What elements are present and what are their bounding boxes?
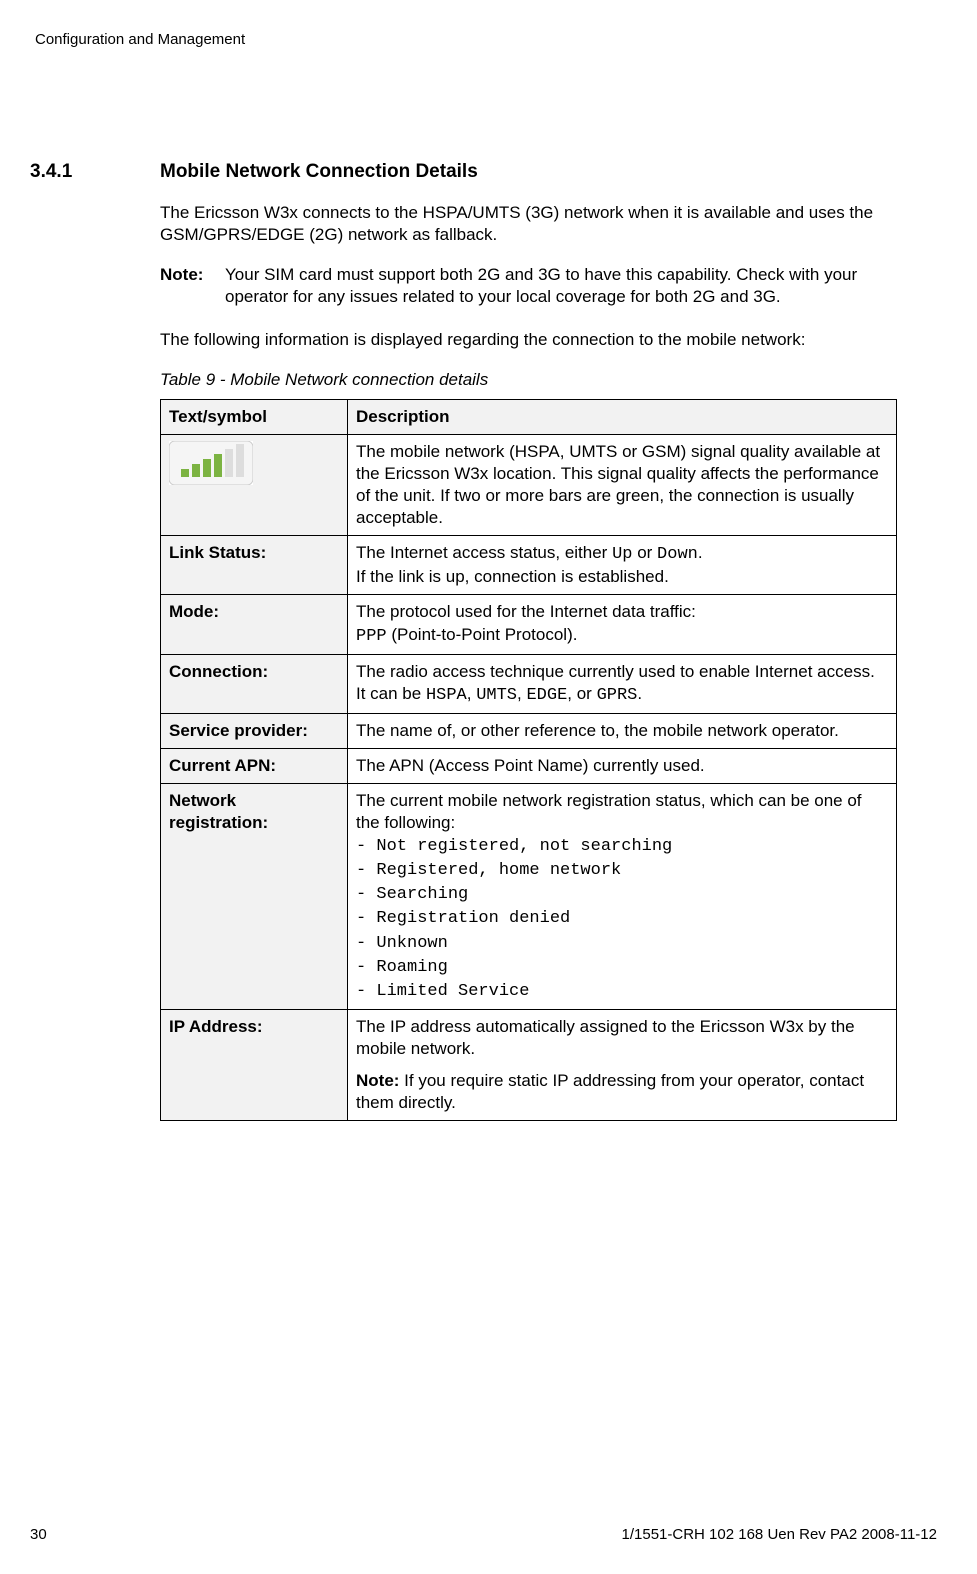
- table-row: Network registration: The current mobile…: [161, 783, 897, 1009]
- connection-desc: The radio access technique currently use…: [348, 654, 897, 713]
- current-apn-desc: The APN (Access Point Name) currently us…: [348, 748, 897, 783]
- table-row: IP Address: The IP address automatically…: [161, 1009, 897, 1120]
- details-table: Text/symbol Description: [160, 399, 897, 1121]
- service-provider-desc: The name of, or other reference to, the …: [348, 713, 897, 748]
- table-row: Connection: The radio access technique c…: [161, 654, 897, 713]
- ip-address-desc: The IP address automatically assigned to…: [348, 1009, 897, 1120]
- mode-desc: The protocol used for the Internet data …: [348, 595, 897, 654]
- ip-address-label: IP Address:: [161, 1009, 348, 1120]
- connection-label: Connection:: [161, 654, 348, 713]
- table-row: Link Status: The Internet access status,…: [161, 536, 897, 595]
- section-number: 3.4.1: [30, 160, 72, 185]
- mode-label: Mode:: [161, 595, 348, 654]
- note-label: Note:: [160, 264, 225, 308]
- table-head-col2: Description: [348, 399, 897, 434]
- running-header: Configuration and Management: [35, 30, 937, 50]
- document-reference: 1/1551-CRH 102 168 Uen Rev PA2 2008-11-1…: [622, 1525, 937, 1545]
- table-caption: Table 9 - Mobile Network connection deta…: [160, 369, 897, 391]
- current-apn-label: Current APN:: [161, 748, 348, 783]
- table-row: Current APN: The APN (Access Point Name)…: [161, 748, 897, 783]
- network-registration-label: Network registration:: [161, 783, 348, 1009]
- table-row: Service provider: The name of, or other …: [161, 713, 897, 748]
- link-status-label: Link Status:: [161, 536, 348, 595]
- intro-paragraph: The Ericsson W3x connects to the HSPA/UM…: [160, 202, 897, 246]
- following-paragraph: The following information is displayed r…: [160, 329, 897, 351]
- section-title: Mobile Network Connection Details: [160, 160, 478, 185]
- signal-description: The mobile network (HSPA, UMTS or GSM) s…: [348, 434, 897, 535]
- service-provider-label: Service provider:: [161, 713, 348, 748]
- page-number: 30: [30, 1525, 47, 1545]
- link-status-desc: The Internet access status, either Up or…: [348, 536, 897, 595]
- table-row: Mode: The protocol used for the Internet…: [161, 595, 897, 654]
- network-registration-desc: The current mobile network registration …: [348, 783, 897, 1009]
- signal-strength-icon: [169, 441, 253, 485]
- table-row: The mobile network (HSPA, UMTS or GSM) s…: [161, 434, 897, 535]
- table-head-col1: Text/symbol: [161, 399, 348, 434]
- note-body: Your SIM card must support both 2G and 3…: [225, 264, 897, 308]
